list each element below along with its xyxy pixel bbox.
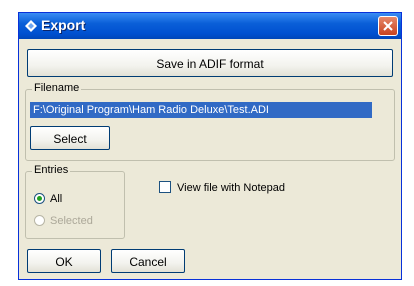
ok-button[interactable]: OK: [27, 249, 101, 273]
entries-group-label: Entries: [32, 164, 71, 176]
diamond-icon: [25, 19, 37, 32]
filename-field[interactable]: F:\Original Program\Ham Radio Deluxe\Tes…: [30, 102, 372, 118]
select-button[interactable]: Select: [30, 126, 110, 150]
filename-group-label: Filename: [32, 82, 82, 94]
cancel-button[interactable]: Cancel: [111, 249, 185, 273]
window-title: Export: [41, 17, 86, 33]
radio-selected-label: Selected: [50, 215, 93, 227]
radio-all-button[interactable]: [34, 193, 45, 204]
filename-group: Filename F:\Original Program\Ham Radio D…: [25, 82, 395, 161]
export-dialog: Export Save in ADIF format Filename F:\O…: [18, 12, 402, 280]
close-icon: [383, 21, 393, 31]
radio-all-label: All: [50, 193, 63, 205]
view-notepad-label: View file with Notepad: [177, 182, 286, 194]
entries-group: Entries All Selected: [25, 164, 125, 239]
title-bar[interactable]: Export: [19, 13, 401, 39]
save-adif-button[interactable]: Save in ADIF format: [27, 49, 393, 77]
close-button[interactable]: [378, 16, 398, 36]
radio-selected-button[interactable]: [34, 215, 45, 226]
view-notepad-checkbox[interactable]: [159, 181, 171, 193]
